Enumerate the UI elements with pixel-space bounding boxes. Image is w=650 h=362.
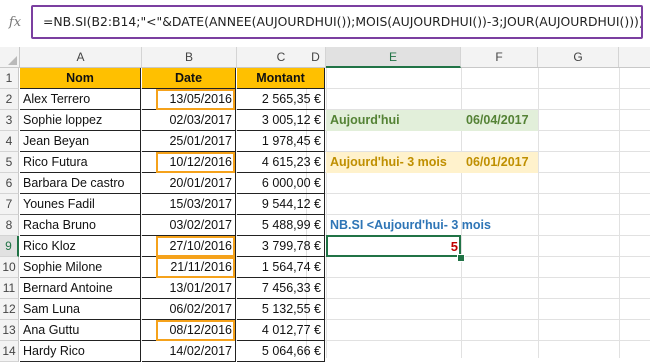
row-header-13[interactable]: 13 <box>0 320 19 341</box>
cell-montant[interactable]: 2 565,35 € <box>237 89 325 110</box>
cell-nom[interactable]: Ana Guttu <box>20 320 141 341</box>
row-header-6[interactable]: 6 <box>0 173 19 194</box>
row-header-1[interactable]: 1 <box>0 68 19 89</box>
cell-nom[interactable]: Rico Futura <box>20 152 141 173</box>
header-montant[interactable]: Montant <box>237 68 325 89</box>
cell-date[interactable]: 21/11/2016 <box>142 257 236 278</box>
cell-montant[interactable]: 9 544,12 € <box>237 194 325 215</box>
cell-nom[interactable]: Alex Terrero <box>20 89 141 110</box>
formula-bar-area: fx =NB.SI(B2:B14;"<"&DATE(ANNEE(AUJOURDH… <box>0 0 650 46</box>
cell-montant[interactable]: 3 005,12 € <box>237 110 325 131</box>
header-date[interactable]: Date <box>142 68 236 89</box>
column-header-f[interactable]: F <box>461 47 538 67</box>
minus3-label[interactable]: Aujourd'hui- 3 mois <box>330 152 447 173</box>
cell-montant[interactable]: 7 456,33 € <box>237 278 325 299</box>
cell-montant[interactable]: 5 488,99 € <box>237 215 325 236</box>
cell-nom[interactable]: Sam Luna <box>20 299 141 320</box>
today-value[interactable]: 06/04/2017 <box>466 110 538 131</box>
row-header-8[interactable]: 8 <box>0 215 19 236</box>
cell-nom[interactable]: Younes Fadil <box>20 194 141 215</box>
cell-date[interactable]: 10/12/2016 <box>142 152 236 173</box>
count-result[interactable]: 5 <box>328 236 458 257</box>
today-label[interactable]: Aujourd'hui <box>330 110 400 131</box>
cell-montant[interactable]: 1 978,45 € <box>237 131 325 152</box>
cell-montant[interactable]: 5 064,66 € <box>237 341 325 362</box>
cell-date[interactable]: 14/02/2017 <box>142 341 236 362</box>
gridline <box>619 68 620 358</box>
row-header-10[interactable]: 10 <box>0 257 19 278</box>
cell-nom[interactable]: Hardy Rico <box>20 341 141 362</box>
row-header-12[interactable]: 12 <box>0 299 19 320</box>
cell-nom[interactable]: Sophie loppez <box>20 110 141 131</box>
formula-text[interactable]: =NB.SI(B2:B14;"<"&DATE(ANNEE(AUJOURDHUI(… <box>43 7 641 37</box>
row-header-2[interactable]: 2 <box>0 89 19 110</box>
cell-montant[interactable]: 6 000,00 € <box>237 173 325 194</box>
spreadsheet-grid: A B C D E F G 1 2 3 4 5 6 7 8 9 10 11 12… <box>0 47 650 362</box>
cell-date[interactable]: 03/02/2017 <box>142 215 236 236</box>
cell-date[interactable]: 13/05/2016 <box>142 89 236 110</box>
cell-date[interactable]: 02/03/2017 <box>142 110 236 131</box>
fill-handle[interactable] <box>457 254 465 262</box>
function-icon[interactable]: fx <box>2 8 28 36</box>
row-header-11[interactable]: 11 <box>0 278 19 299</box>
cell-date[interactable]: 27/10/2016 <box>142 236 236 257</box>
minus3-value[interactable]: 06/01/2017 <box>466 152 538 173</box>
row-header-5[interactable]: 5 <box>0 152 19 173</box>
formula-bar[interactable]: =NB.SI(B2:B14;"<"&DATE(ANNEE(AUJOURDHUI(… <box>31 5 643 39</box>
row-header-9[interactable]: 9 <box>0 236 19 257</box>
cell-nom[interactable]: Rico Kloz <box>20 236 141 257</box>
row-header-7[interactable]: 7 <box>0 194 19 215</box>
cell-nom[interactable]: Barbara De castro <box>20 173 141 194</box>
select-all-corner[interactable] <box>0 47 20 67</box>
cell-area[interactable]: Nom Date Montant Alex Terrero 13/05/2016… <box>20 68 650 362</box>
count-label[interactable]: NB.SI <Aujourd'hui- 3 mois <box>330 215 491 236</box>
column-header-e[interactable]: E <box>326 47 461 68</box>
cell-montant[interactable]: 3 799,78 € <box>237 236 325 257</box>
column-header-a[interactable]: A <box>20 47 142 67</box>
column-headers: A B C D E F G <box>0 47 650 68</box>
cell-nom[interactable]: Jean Beyan <box>20 131 141 152</box>
cell-date[interactable]: 15/03/2017 <box>142 194 236 215</box>
column-header-b[interactable]: B <box>142 47 237 67</box>
row-header-3[interactable]: 3 <box>0 110 19 131</box>
row-header-14[interactable]: 14 <box>0 341 19 362</box>
cell-date[interactable]: 08/12/2016 <box>142 320 236 341</box>
column-header-g[interactable]: G <box>538 47 619 67</box>
cell-montant[interactable]: 1 564,74 € <box>237 257 325 278</box>
cell-nom[interactable]: Racha Bruno <box>20 215 141 236</box>
cell-date[interactable]: 20/01/2017 <box>142 173 236 194</box>
cell-date[interactable]: 25/01/2017 <box>142 131 236 152</box>
cell-date[interactable]: 06/02/2017 <box>142 299 236 320</box>
cell-nom[interactable]: Bernard Antoine <box>20 278 141 299</box>
cell-montant[interactable]: 5 132,55 € <box>237 299 325 320</box>
header-nom[interactable]: Nom <box>20 68 141 89</box>
gridline <box>538 68 539 358</box>
cell-montant[interactable]: 4 012,77 € <box>237 320 325 341</box>
column-header-d[interactable]: D <box>306 47 326 67</box>
cell-nom[interactable]: Sophie Milone <box>20 257 141 278</box>
row-header-4[interactable]: 4 <box>0 131 19 152</box>
cell-date[interactable]: 13/01/2017 <box>142 278 236 299</box>
cell-montant[interactable]: 4 615,23 € <box>237 152 325 173</box>
